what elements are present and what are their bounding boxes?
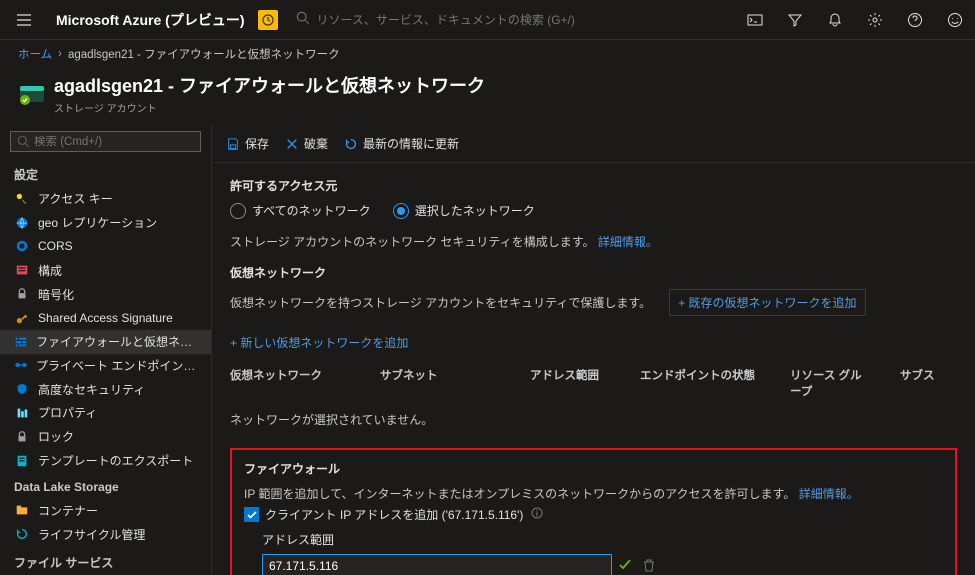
shield-icon <box>14 381 30 397</box>
sidebar-section-dls: Data Lake Storage <box>0 472 211 498</box>
properties-icon <box>14 405 30 421</box>
sidebar-item-sas[interactable]: Shared Access Signature <box>0 306 211 330</box>
key-icon <box>14 191 30 207</box>
page-subtitle: ストレージ アカウント <box>54 100 485 115</box>
sidebar: 設定 アクセス キー geo レプリケーション CORS 構成 暗号化 Shar… <box>0 125 212 575</box>
sidebar-item-geo-replication[interactable]: geo レプリケーション <box>0 211 211 235</box>
vnet-desc: 仮想ネットワークを持つストレージ アカウントをセキュリティで保護します。 <box>230 294 651 311</box>
firewall-icon <box>14 334 28 350</box>
valid-check-icon <box>618 558 636 575</box>
sidebar-item-configuration[interactable]: 構成 <box>0 258 211 282</box>
col-subnet: サブネット <box>380 367 500 399</box>
sidebar-item-advanced-security[interactable]: 高度なセキュリティ <box>0 377 211 401</box>
sidebar-item-properties[interactable]: プロパティ <box>0 401 211 425</box>
sidebar-item-cors[interactable]: CORS <box>0 235 211 259</box>
cloud-shell-icon[interactable] <box>735 0 775 40</box>
page-title-row: agadlsgen21 - ファイアウォールと仮想ネットワーク ストレージ アカ… <box>0 68 975 125</box>
client-ip-row: クライアント IP アドレスを追加 ('67.171.5.116') <box>244 506 943 523</box>
vnet-actions: 仮想ネットワークを持つストレージ アカウントをセキュリティで保護します。 + 既… <box>230 289 957 351</box>
save-button[interactable]: 保存 <box>226 135 269 152</box>
breadcrumb-home[interactable]: ホーム <box>18 46 52 62</box>
sidebar-search[interactable] <box>10 131 201 152</box>
radio-selected-networks[interactable]: 選択したネットワーク <box>393 202 535 219</box>
client-ip-checkbox[interactable] <box>244 507 259 522</box>
address-range-row <box>262 554 943 575</box>
sidebar-item-containers[interactable]: コンテナー <box>0 498 211 522</box>
topbar: Microsoft Azure (プレビュー) <box>0 0 975 40</box>
sidebar-item-lifecycle[interactable]: ライフサイクル管理 <box>0 522 211 546</box>
help-icon[interactable] <box>895 0 935 40</box>
add-existing-vnet-link[interactable]: + 既存の仮想ネットワークを追加 <box>669 289 865 316</box>
sidebar-search-input[interactable] <box>34 136 194 148</box>
padlock-icon <box>14 429 30 445</box>
lifecycle-icon <box>14 526 30 542</box>
preview-badge-icon <box>258 10 278 30</box>
brand-text: Microsoft Azure (プレビュー) <box>48 10 252 30</box>
col-rg: リソース グループ <box>790 367 870 399</box>
sidebar-item-lock[interactable]: ロック <box>0 425 211 449</box>
settings-icon[interactable] <box>855 0 895 40</box>
sidebar-item-firewall[interactable]: ファイアウォールと仮想ネットワーク <box>0 330 211 354</box>
sidebar-item-encryption[interactable]: 暗号化 <box>0 282 211 306</box>
address-range-input[interactable] <box>262 554 612 575</box>
refresh-button[interactable]: 最新の情報に更新 <box>344 135 459 152</box>
sas-icon <box>14 310 30 326</box>
sidebar-item-export-template[interactable]: テンプレートのエクスポート <box>0 449 211 473</box>
container-icon <box>14 502 30 518</box>
sidebar-section-settings: 設定 <box>0 158 211 187</box>
lock-icon <box>14 286 30 302</box>
filter-icon[interactable] <box>775 0 815 40</box>
discard-button[interactable]: 破棄 <box>285 135 328 152</box>
vnet-empty: ネットワークが選択されていません。 <box>230 405 957 442</box>
info-icon[interactable] <box>531 507 543 522</box>
global-search-input[interactable] <box>316 13 735 27</box>
config-icon <box>14 262 30 278</box>
delete-icon[interactable] <box>642 558 656 575</box>
firewall-heading: ファイアウォール <box>244 460 943 477</box>
global-search[interactable] <box>290 11 735 28</box>
breadcrumb-sep: › <box>58 48 62 60</box>
cors-icon <box>14 238 30 254</box>
client-ip-label: クライアント IP アドレスを追加 ('67.171.5.116') <box>265 506 523 523</box>
page-title: agadlsgen21 - ファイアウォールと仮想ネットワーク <box>54 72 485 98</box>
vnet-table-header: 仮想ネットワーク サブネット アドレス範囲 エンドポイントの状態 リソース グル… <box>230 361 957 405</box>
access-heading: 許可するアクセス元 <box>230 177 957 194</box>
address-range-label: アドレス範囲 <box>262 531 943 548</box>
breadcrumb-current: agadlsgen21 - ファイアウォールと仮想ネットワーク <box>68 46 340 62</box>
firewall-more-link[interactable]: 詳細情報。 <box>799 487 859 501</box>
content-toolbar: 保存 破棄 最新の情報に更新 <box>212 125 975 163</box>
topbar-actions <box>735 0 975 40</box>
vnet-heading: 仮想ネットワーク <box>230 264 957 281</box>
endpoint-icon <box>14 357 28 373</box>
breadcrumb: ホーム › agadlsgen21 - ファイアウォールと仮想ネットワーク <box>0 40 975 68</box>
add-new-vnet-link[interactable]: + 新しい仮想ネットワークを追加 <box>230 334 408 351</box>
storage-account-icon <box>18 80 46 108</box>
firewall-desc: IP 範囲を追加して、インターネットまたはオンプレミスのネットワークからのアクセ… <box>244 485 943 502</box>
col-vnet: 仮想ネットワーク <box>230 367 350 399</box>
col-state: エンドポイントの状態 <box>640 367 760 399</box>
col-range: アドレス範囲 <box>530 367 610 399</box>
search-icon <box>296 11 310 28</box>
col-sub: サブス <box>900 367 975 399</box>
globe-icon <box>14 215 30 231</box>
sidebar-item-private-endpoint[interactable]: プライベート エンドポイント接続... <box>0 354 211 378</box>
firewall-highlight-box: ファイアウォール IP 範囲を追加して、インターネットまたはオンプレミスのネット… <box>230 448 957 575</box>
access-radio-group: すべてのネットワーク 選択したネットワーク <box>230 202 957 219</box>
main-content: 保存 破棄 最新の情報に更新 許可するアクセス元 すべてのネットワーク 選択した… <box>212 125 975 575</box>
notifications-icon[interactable] <box>815 0 855 40</box>
template-icon <box>14 453 30 469</box>
access-more-link[interactable]: 詳細情報。 <box>598 235 658 249</box>
radio-all-networks[interactable]: すべてのネットワーク <box>230 202 371 219</box>
sidebar-item-access-keys[interactable]: アクセス キー <box>0 187 211 211</box>
sidebar-section-files: ファイル サービス <box>0 546 211 575</box>
hamburger-menu[interactable] <box>0 0 48 40</box>
access-desc: ストレージ アカウントのネットワーク セキュリティを構成します。 詳細情報。 <box>230 233 957 250</box>
feedback-icon[interactable] <box>935 0 975 40</box>
